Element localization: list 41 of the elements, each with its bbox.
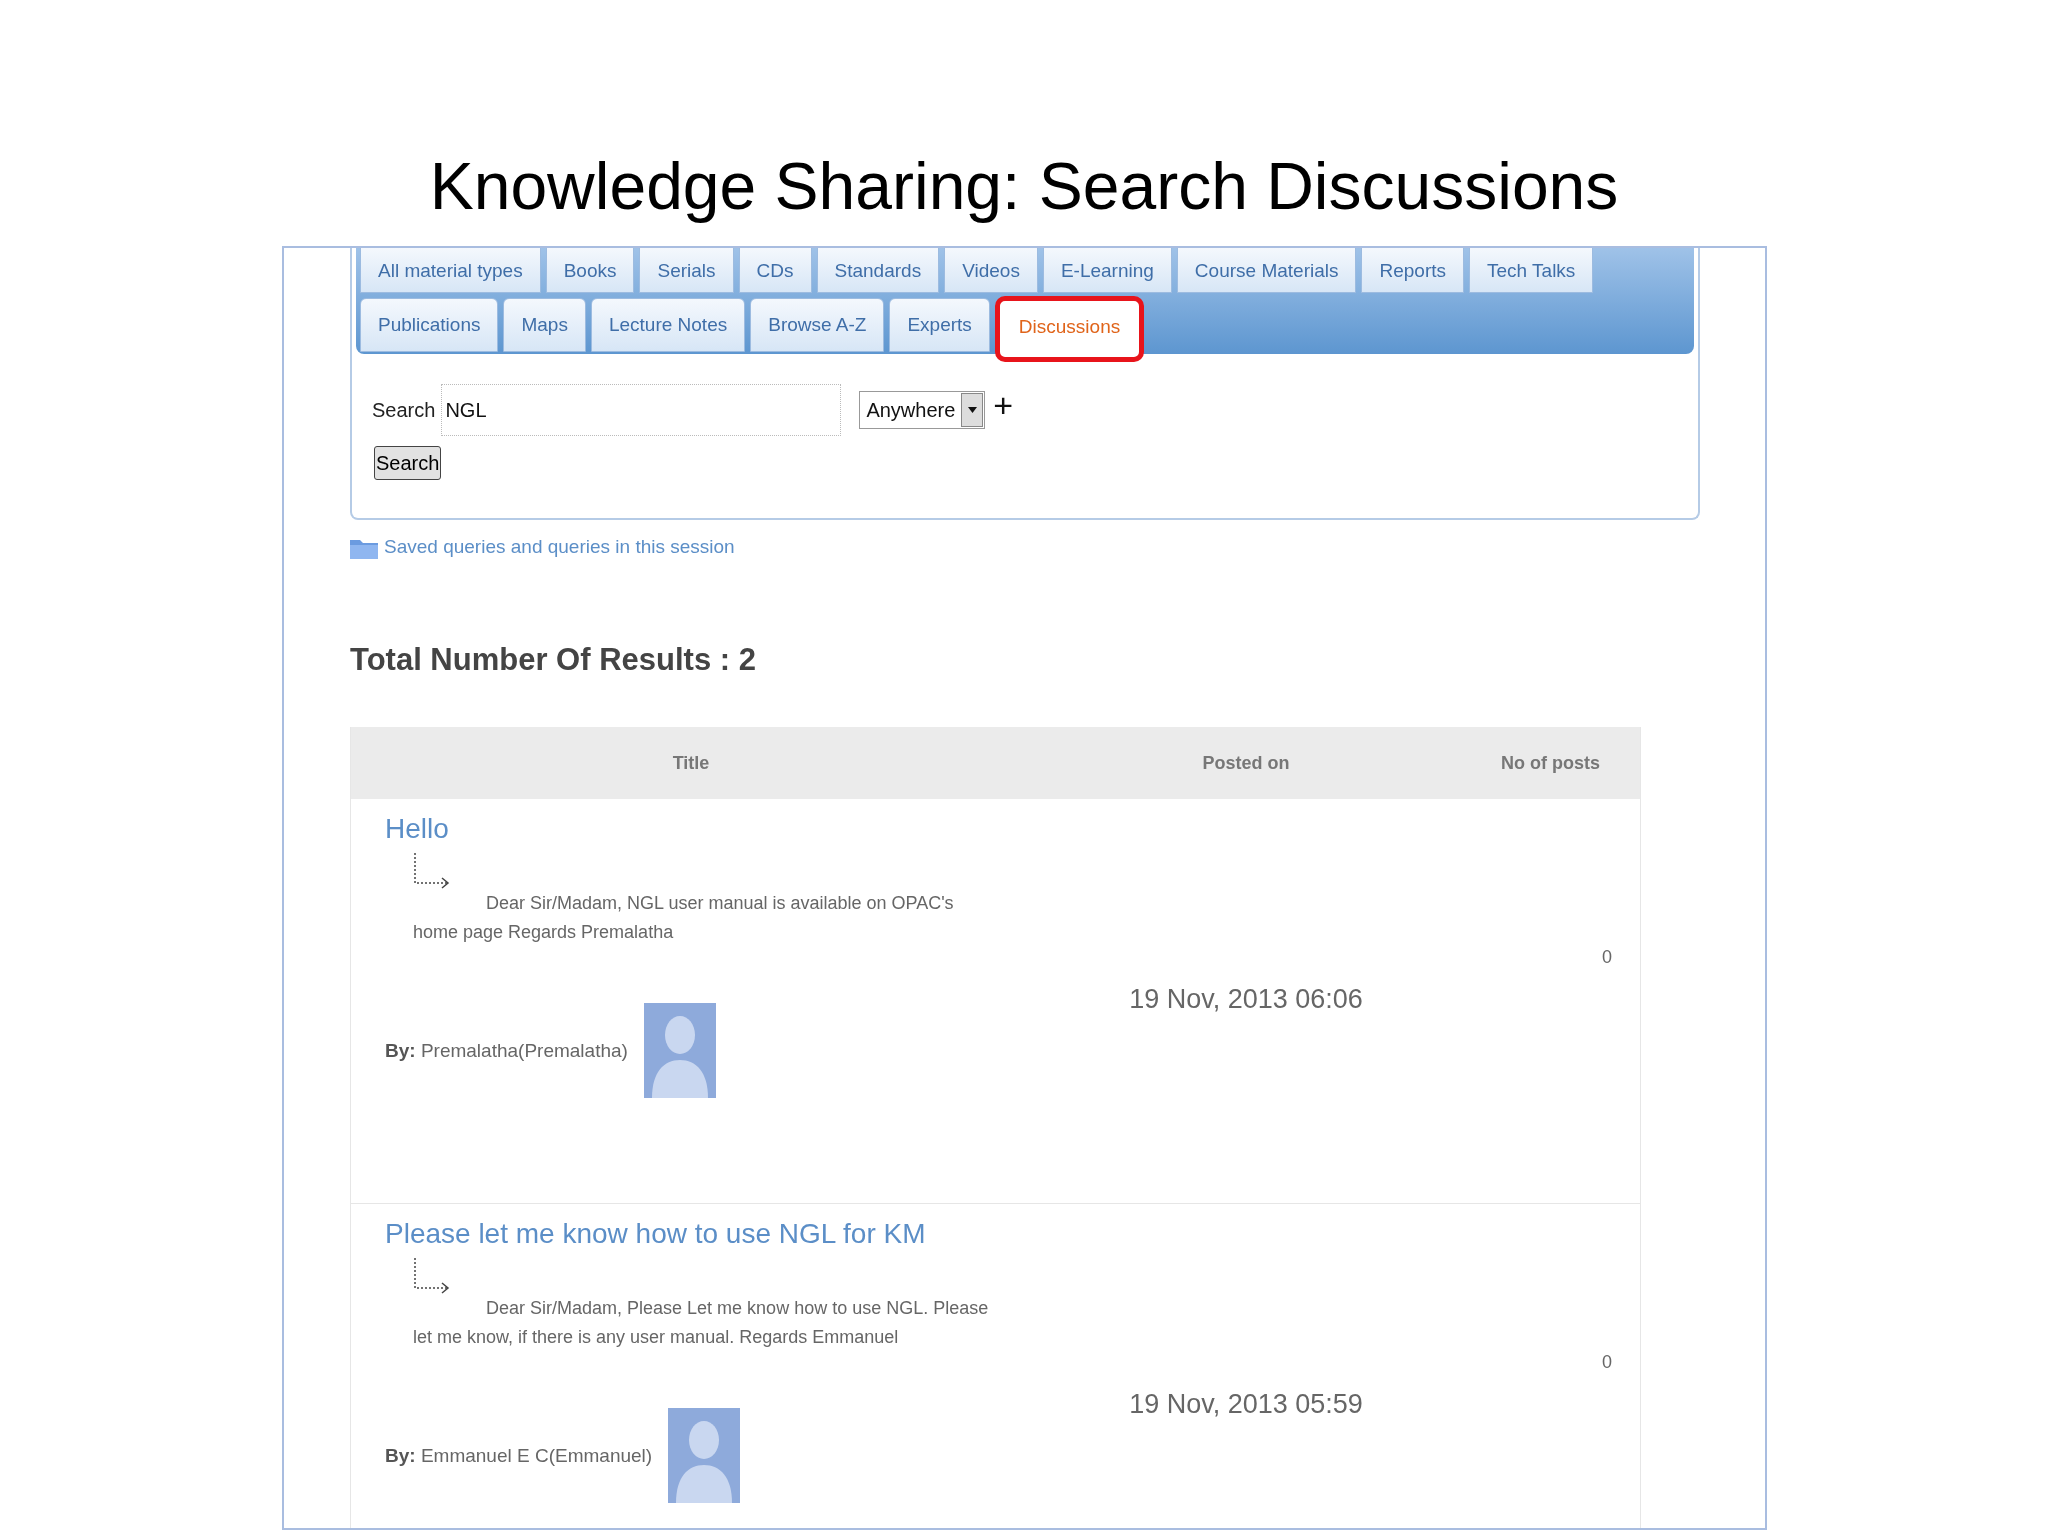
results-heading: Total Number Of Results : 2	[350, 642, 756, 678]
tab[interactable]: E-Learning	[1042, 248, 1172, 293]
tab[interactable]: Serials	[639, 248, 734, 293]
post-count: 0	[1602, 1352, 1612, 1372]
tab[interactable]: Lecture Notes	[590, 298, 746, 352]
scope-dropdown[interactable]: Anywhere	[859, 391, 986, 429]
column-header: Posted on	[1202, 752, 1290, 774]
slide-title: Knowledge Sharing: Search Discussions	[429, 148, 1619, 225]
tab[interactable]: Reports	[1361, 248, 1464, 293]
tab[interactable]: All material types	[360, 248, 541, 293]
tab[interactable]: Books	[545, 248, 635, 293]
post-snippet: Dear Sir/Madam, NGL user manual is available on OPAC's home page Regards Premalatha	[413, 892, 955, 944]
search-button[interactable]: Search	[374, 446, 442, 480]
author-byline: By: Emmanuel E C(Emmanuel)	[385, 1444, 653, 1467]
author-byline: By: Premalatha(Premalatha)	[385, 1039, 628, 1062]
column-header: No of posts	[1501, 752, 1600, 774]
tab[interactable]: Maps	[503, 298, 586, 352]
posted-date: 19 Nov, 2013 05:59	[1129, 1389, 1363, 1419]
discussion-title-link[interactable]: Hello	[385, 813, 449, 845]
tab[interactable]: Experts	[889, 298, 990, 352]
tab[interactable]: Tech Talks	[1469, 248, 1594, 293]
caret-icon	[966, 406, 978, 414]
reply-arrow-icon	[413, 1258, 451, 1294]
tab[interactable]: Standards	[816, 248, 940, 293]
tab[interactable]: Browse A-Z	[750, 298, 885, 352]
avatar-icon	[643, 1003, 716, 1098]
tab[interactable]: Course Materials	[1176, 248, 1357, 293]
search-label: Search	[372, 398, 436, 422]
post-count: 0	[1602, 947, 1612, 967]
column-header: Title	[672, 752, 710, 774]
tab[interactable]: CDs	[738, 248, 812, 293]
tab[interactable]: Publications	[360, 298, 499, 352]
discussion-title-link[interactable]: Please let me know how to use NGL for KM	[385, 1218, 926, 1250]
post-snippet: Dear Sir/Madam, Please Let me know how to use NGL. Please let me know, if there is any user manual. Regards Emmanuel	[413, 1297, 990, 1349]
reply-arrow-icon	[413, 853, 451, 889]
saved-queries-link[interactable]: Saved queries and queries in this session	[384, 536, 735, 558]
avatar-icon	[668, 1408, 741, 1503]
add-button[interactable]: +	[993, 388, 1014, 422]
search-field[interactable]: NGL	[441, 384, 842, 436]
tab[interactable]: Videos	[944, 248, 1038, 293]
posted-date: 19 Nov, 2013 06:06	[1129, 984, 1363, 1014]
